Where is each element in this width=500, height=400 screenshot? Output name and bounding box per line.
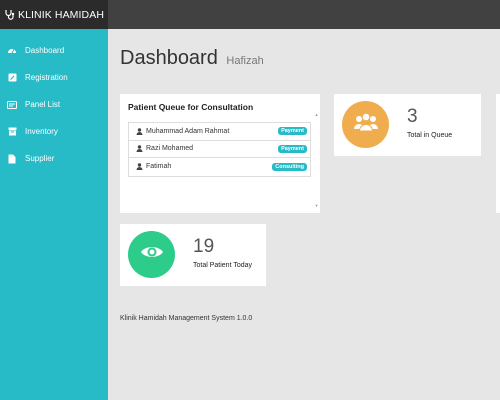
- users-icon-circle: [342, 101, 389, 148]
- stethoscope-icon: [4, 9, 15, 20]
- sidebar-item-label: Panel List: [25, 100, 61, 109]
- sidebar-item-label: Supplier: [25, 154, 55, 163]
- eye-icon: [140, 244, 164, 265]
- brand[interactable]: KLINIK HAMIDAH: [0, 0, 108, 29]
- patient-queue-panel: Patient Queue for Consultation Muhammad …: [120, 94, 320, 213]
- sidebar-item-label: Registration: [25, 73, 68, 82]
- today-count-label: Total Patient Today: [193, 262, 253, 269]
- patient-name: Razi Mohamed: [146, 145, 194, 153]
- sidebar-item-dashboard[interactable]: Dashboard: [0, 37, 108, 64]
- user-icon: [136, 128, 143, 135]
- status-badge: Payment: [278, 144, 307, 153]
- patient-name: Muhammad Adam Rahmat: [146, 127, 230, 135]
- eye-icon-circle: [128, 231, 175, 278]
- sidebar-item-panel-list[interactable]: Panel List: [0, 91, 108, 118]
- status-badge: Consulting: [272, 162, 307, 171]
- list-item[interactable]: Fatimah Consulting: [129, 158, 310, 176]
- queue-count-label: Total in Queue: [407, 132, 453, 139]
- sidebar: Dashboard Registration Panel List Invent…: [0, 29, 108, 400]
- dashboard-icon: [6, 46, 18, 56]
- card-icon: [6, 100, 18, 110]
- sidebar-item-registration[interactable]: Registration: [0, 64, 108, 91]
- partial-card: [496, 94, 500, 213]
- users-icon: [353, 112, 379, 137]
- scroll-down-arrow-icon[interactable]: ▼: [314, 203, 319, 208]
- queue-list: Muhammad Adam Rahmat Payment Razi Mohame…: [128, 122, 311, 177]
- page-title: Dashboard Hafizah: [120, 47, 264, 70]
- today-count: 19: [193, 236, 215, 257]
- brand-title: KLINIK HAMIDAH: [18, 8, 104, 21]
- sidebar-item-supplier[interactable]: Supplier: [0, 145, 108, 172]
- page-title-text: Dashboard: [120, 47, 218, 69]
- patient-name: Fatimah: [146, 163, 172, 171]
- sidebar-item-label: Inventory: [25, 127, 58, 136]
- scroll-up-arrow-icon[interactable]: ▲: [314, 112, 319, 117]
- file-icon: [6, 154, 18, 164]
- list-item[interactable]: Muhammad Adam Rahmat Payment: [129, 123, 310, 141]
- queue-scrollbar[interactable]: ▲ ▼: [314, 112, 319, 208]
- total-in-queue-card: 3 Total in Queue: [334, 94, 481, 156]
- box-icon: [6, 127, 18, 137]
- footer-text: Klinik Hamidah Management System 1.0.0: [120, 315, 253, 322]
- user-icon: [136, 145, 143, 153]
- user-icon: [136, 163, 143, 171]
- page-subtitle: Hafizah: [226, 55, 264, 67]
- edit-icon: [6, 73, 18, 83]
- queue-count: 3: [407, 106, 418, 127]
- queue-title: Patient Queue for Consultation: [128, 102, 254, 112]
- list-item[interactable]: Razi Mohamed Payment: [129, 141, 310, 158]
- total-patient-today-card: 19 Total Patient Today: [120, 224, 266, 286]
- status-badge: Payment: [278, 127, 307, 136]
- sidebar-item-label: Dashboard: [25, 46, 65, 55]
- sidebar-item-inventory[interactable]: Inventory: [0, 118, 108, 145]
